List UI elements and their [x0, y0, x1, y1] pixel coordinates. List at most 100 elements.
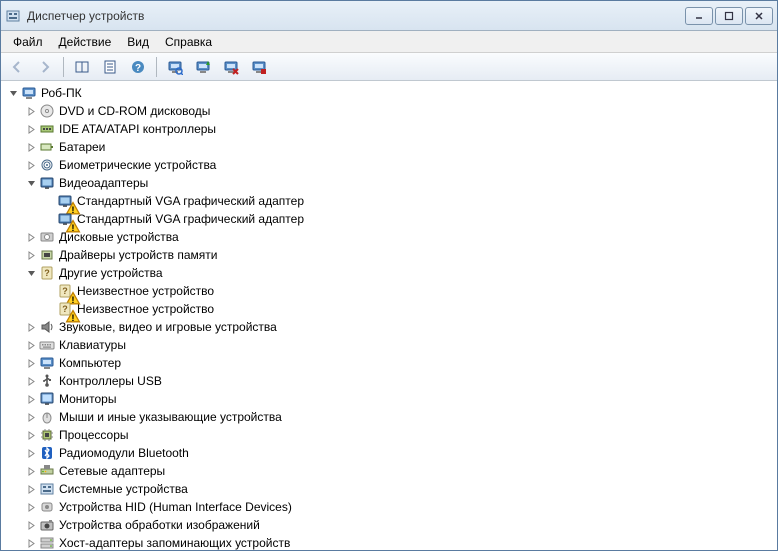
menu-file[interactable]: Файл: [5, 33, 51, 51]
tree-item[interactable]: Звуковые, видео и игровые устройства: [5, 318, 777, 336]
update-driver-button[interactable]: [191, 55, 215, 79]
menu-help[interactable]: Справка: [157, 33, 220, 51]
warning-overlay-icon: [65, 201, 75, 211]
tree-item[interactable]: Неизвестное устройство: [5, 300, 777, 318]
tree-item[interactable]: Системные устройства: [5, 480, 777, 498]
tree-item[interactable]: Мыши и иные указывающие устройства: [5, 408, 777, 426]
tree-item[interactable]: DVD и CD-ROM дисководы: [5, 102, 777, 120]
expander-icon[interactable]: [23, 157, 39, 173]
expander-icon[interactable]: [23, 337, 39, 353]
forward-button[interactable]: [33, 55, 57, 79]
expander-icon: [41, 211, 57, 227]
expander-icon[interactable]: [23, 355, 39, 371]
back-button[interactable]: [5, 55, 29, 79]
tree-item-label: Процессоры: [59, 428, 129, 442]
device-tree-panel[interactable]: Роб-ПК DVD и CD-ROM дисководы IDE ATA/ATAP…: [1, 81, 777, 550]
tree-item-label: Устройства обработки изображений: [59, 518, 260, 532]
expander-icon: [41, 193, 57, 209]
expander-icon[interactable]: [23, 409, 39, 425]
expander-icon[interactable]: [23, 517, 39, 533]
uninstall-button[interactable]: [219, 55, 243, 79]
expander-icon[interactable]: [23, 427, 39, 443]
expander-icon[interactable]: [23, 121, 39, 137]
expander-icon[interactable]: [23, 445, 39, 461]
tree-item[interactable]: Сетевые адаптеры: [5, 462, 777, 480]
tree-item[interactable]: Дисковые устройства: [5, 228, 777, 246]
tree-item[interactable]: Процессоры: [5, 426, 777, 444]
scan-hardware-button[interactable]: [163, 55, 187, 79]
tree-item-label: Роб-ПК: [41, 86, 82, 100]
tree-item[interactable]: Радиомодули Bluetooth: [5, 444, 777, 462]
tree-item[interactable]: Видеоадаптеры: [5, 174, 777, 192]
tree-item[interactable]: Контроллеры USB: [5, 372, 777, 390]
system-icon: [39, 481, 55, 497]
properties-button[interactable]: [98, 55, 122, 79]
battery-icon: [39, 139, 55, 155]
tree-item-label: Устройства HID (Human Interface Devices): [59, 500, 292, 514]
computer-icon: [21, 85, 37, 101]
tree-item-label: Клавиатуры: [59, 338, 126, 352]
disable-button[interactable]: [247, 55, 271, 79]
expander-icon[interactable]: [23, 373, 39, 389]
tree-item-label: Звуковые, видео и игровые устройства: [59, 320, 277, 334]
expander-icon[interactable]: [23, 535, 39, 550]
expander-icon[interactable]: [23, 175, 39, 191]
tree-item[interactable]: Биометрические устройства: [5, 156, 777, 174]
expander-icon[interactable]: [23, 139, 39, 155]
tree-item[interactable]: Другие устройства: [5, 264, 777, 282]
warning-overlay-icon: [65, 219, 75, 229]
tree-item-label: Мониторы: [59, 392, 116, 406]
tree-item[interactable]: Стандартный VGA графический адаптер: [5, 210, 777, 228]
tree-item[interactable]: Клавиатуры: [5, 336, 777, 354]
tree-item[interactable]: Неизвестное устройство: [5, 282, 777, 300]
tree-item[interactable]: Устройства обработки изображений: [5, 516, 777, 534]
tree-item[interactable]: Стандартный VGA графический адаптер: [5, 192, 777, 210]
tree-item[interactable]: Устройства HID (Human Interface Devices): [5, 498, 777, 516]
tree-item-label: Мыши и иные указывающие устройства: [59, 410, 282, 424]
window-title: Диспетчер устройств: [27, 9, 685, 23]
tree-item-label: Драйверы устройств памяти: [59, 248, 217, 262]
expander-icon[interactable]: [23, 247, 39, 263]
tree-item-label: Другие устройства: [59, 266, 163, 280]
tree-item-label: Радиомодули Bluetooth: [59, 446, 189, 460]
hid-icon: [39, 499, 55, 515]
memdrv-icon: [39, 247, 55, 263]
ide-icon: [39, 121, 55, 137]
tree-item-label: Батареи: [59, 140, 105, 154]
disc-icon: [39, 103, 55, 119]
unknown-icon: [39, 265, 55, 281]
tree-item[interactable]: Мониторы: [5, 390, 777, 408]
close-button[interactable]: [745, 7, 773, 25]
menu-action[interactable]: Действие: [51, 33, 120, 51]
tree-item-label: DVD и CD-ROM дисководы: [59, 104, 210, 118]
tree-item[interactable]: Хост-адаптеры запоминающих устройств: [5, 534, 777, 550]
tree-item[interactable]: Компьютер: [5, 354, 777, 372]
monitor-icon: [39, 391, 55, 407]
tree-item[interactable]: Батареи: [5, 138, 777, 156]
expander-icon[interactable]: [5, 85, 21, 101]
svg-text:?: ?: [135, 63, 141, 74]
expander-icon[interactable]: [23, 265, 39, 281]
help-button[interactable]: ?: [126, 55, 150, 79]
show-hidden-button[interactable]: [70, 55, 94, 79]
expander-icon[interactable]: [23, 391, 39, 407]
tree-item[interactable]: Роб-ПК: [5, 84, 777, 102]
tree-item[interactable]: Драйверы устройств памяти: [5, 246, 777, 264]
minimize-button[interactable]: [685, 7, 713, 25]
keyboard-icon: [39, 337, 55, 353]
expander-icon: [41, 301, 57, 317]
expander-icon[interactable]: [23, 463, 39, 479]
expander-icon[interactable]: [23, 499, 39, 515]
maximize-button[interactable]: [715, 7, 743, 25]
expander-icon[interactable]: [23, 481, 39, 497]
display-icon: [57, 211, 73, 227]
menu-view[interactable]: Вид: [119, 33, 157, 51]
window-controls: [685, 7, 773, 25]
tree-item-label: Видеоадаптеры: [59, 176, 148, 190]
expander-icon[interactable]: [23, 319, 39, 335]
expander-icon[interactable]: [23, 229, 39, 245]
tree-item-label: Стандартный VGA графический адаптер: [77, 194, 304, 208]
tree-item[interactable]: IDE ATA/ATAPI контроллеры: [5, 120, 777, 138]
hdd-icon: [39, 229, 55, 245]
expander-icon[interactable]: [23, 103, 39, 119]
